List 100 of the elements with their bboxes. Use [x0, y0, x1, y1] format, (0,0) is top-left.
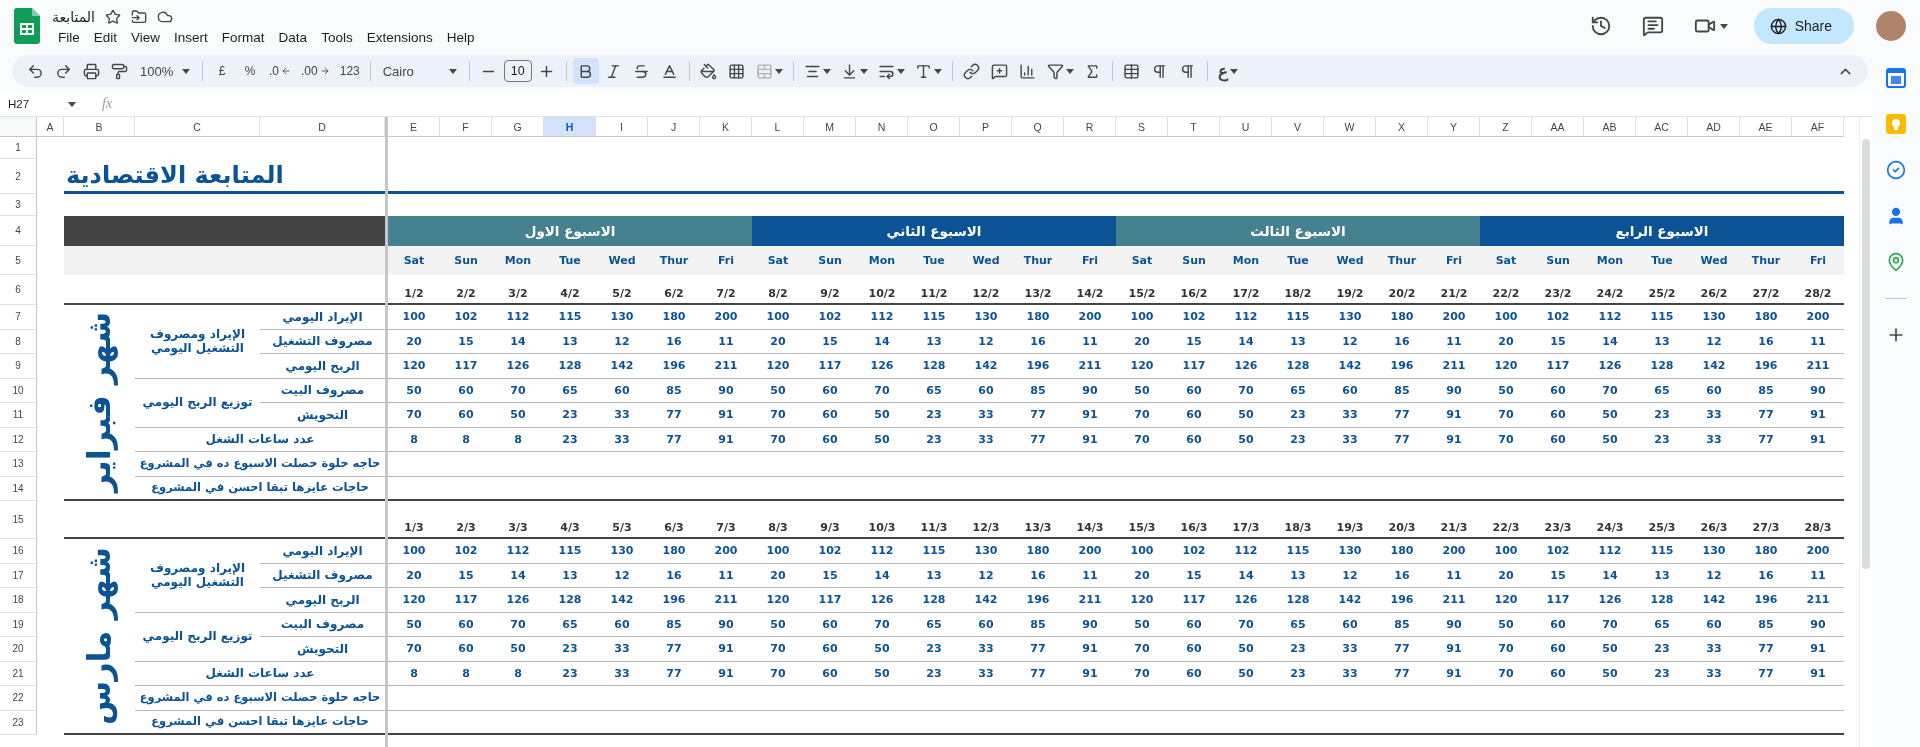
column-header[interactable]: M [804, 117, 856, 137]
input-tools-button[interactable]: ع [1213, 58, 1242, 84]
document-title[interactable]: المتابعة [52, 8, 95, 25]
row-number[interactable]: 8 [0, 329, 37, 354]
value-cell: 211 [1428, 588, 1480, 613]
column-header[interactable]: J [648, 117, 700, 137]
menu-item[interactable]: Help [440, 28, 481, 46]
row-number[interactable]: 2 [0, 159, 37, 194]
column-header[interactable]: K [700, 117, 752, 137]
column-header[interactable]: T [1168, 117, 1220, 137]
value-cell: 14 [856, 563, 908, 588]
row-number[interactable]: 17 [0, 563, 37, 588]
column-header[interactable]: D [260, 117, 385, 137]
value-cell: 142 [1688, 354, 1740, 379]
column-header[interactable]: I [596, 117, 648, 137]
row-number[interactable]: 16 [0, 539, 37, 564]
value-cell: 126 [1584, 588, 1636, 613]
row-number[interactable]: 6 [0, 275, 37, 305]
row-number[interactable]: 4 [0, 216, 37, 246]
column-header[interactable]: V [1272, 117, 1324, 137]
column-header[interactable]: H [544, 117, 596, 137]
column-header[interactable]: AC [1636, 117, 1688, 137]
column-header[interactable]: B [64, 117, 135, 137]
column-header[interactable]: E [388, 117, 440, 137]
column-header[interactable]: U [1220, 117, 1272, 137]
menu-item[interactable]: Format [215, 28, 271, 46]
person-icon[interactable] [1886, 206, 1906, 226]
map-pin-icon[interactable] [1886, 252, 1906, 272]
column-header[interactable]: P [960, 117, 1012, 137]
font-dropdown[interactable]: Cairo [376, 58, 463, 84]
value-cell: 100 [752, 539, 804, 564]
menu-item[interactable]: Insert [168, 28, 214, 46]
scrollbar-thumb[interactable] [1862, 139, 1870, 569]
font-size-field[interactable]: 10 [503, 60, 532, 82]
row-number[interactable]: 5 [0, 246, 37, 275]
menu-item[interactable]: Edit [87, 28, 124, 46]
column-header[interactable]: X [1376, 117, 1428, 137]
row-number[interactable]: 23 [0, 710, 37, 735]
row-number[interactable]: 7 [0, 305, 37, 330]
percent-button[interactable]: % [237, 58, 263, 84]
menu-item[interactable]: File [52, 28, 86, 46]
row-number[interactable]: 1 [0, 137, 37, 159]
bold-icon[interactable] [572, 58, 599, 84]
check-icon[interactable] [1886, 160, 1906, 180]
menu-item[interactable]: Tools [315, 28, 359, 46]
value-cell: 33 [960, 403, 1012, 428]
column-header[interactable]: AF [1792, 117, 1844, 137]
number-format-button[interactable]: 123 [335, 58, 364, 84]
column-header[interactable]: S [1116, 117, 1168, 137]
row-number[interactable]: 3 [0, 194, 37, 216]
row-number[interactable]: 20 [0, 637, 37, 662]
column-header[interactable]: A [37, 117, 64, 137]
folder-icon[interactable] [130, 8, 147, 25]
column-header[interactable]: Z [1480, 117, 1532, 137]
column-header[interactable]: W [1324, 117, 1376, 137]
column-header[interactable]: AB [1584, 117, 1636, 137]
sheets-logo-icon[interactable] [14, 8, 40, 44]
column-header[interactable]: AA [1532, 117, 1584, 137]
value-cell: 90 [1428, 378, 1480, 403]
star-icon[interactable] [104, 8, 121, 25]
column-header[interactable]: F [440, 117, 492, 137]
currency-button[interactable]: £ [209, 58, 235, 84]
value-cell: 142 [960, 588, 1012, 613]
avatar[interactable] [1876, 11, 1906, 41]
menu-item[interactable]: Extensions [360, 28, 439, 46]
column-header[interactable]: R [1064, 117, 1116, 137]
column-header[interactable]: C [135, 117, 260, 137]
column-header[interactable]: AE [1740, 117, 1792, 137]
menu-item[interactable]: Data [272, 28, 314, 46]
value-cell: 60 [1168, 612, 1220, 637]
row-number[interactable]: 9 [0, 354, 37, 379]
column-header[interactable]: AD [1688, 117, 1740, 137]
value-cell: 112 [492, 305, 544, 330]
calendar-icon[interactable] [1886, 68, 1906, 88]
share-button[interactable]: Share [1753, 8, 1854, 44]
column-header[interactable]: L [752, 117, 804, 137]
value-cell: 90 [1792, 612, 1844, 637]
value-cell: 90 [700, 612, 752, 637]
name-box[interactable]: H27 [8, 98, 82, 110]
column-header[interactable]: N [856, 117, 908, 137]
increase-decimal-button[interactable]: .00 [297, 58, 334, 84]
column-header[interactable]: G [492, 117, 544, 137]
column-header[interactable]: O [908, 117, 960, 137]
row-number[interactable]: 12 [0, 427, 37, 452]
menu-item[interactable]: View [125, 28, 167, 46]
row-number[interactable]: 22 [0, 686, 37, 711]
value-cell: 60 [1688, 612, 1740, 637]
row-number[interactable]: 21 [0, 661, 37, 686]
column-header[interactable]: Y [1428, 117, 1480, 137]
row-number[interactable]: 18 [0, 588, 37, 613]
value-cell: 65 [544, 378, 596, 403]
column-header[interactable]: Q [1012, 117, 1064, 137]
row-number[interactable]: 10 [0, 378, 37, 403]
decrease-decimal-button[interactable]: .0 [265, 58, 295, 84]
row-number[interactable]: 14 [0, 476, 37, 501]
zoom-dropdown[interactable]: 100% [134, 58, 196, 84]
row-number[interactable]: 11 [0, 403, 37, 428]
row-number[interactable]: 13 [0, 452, 37, 477]
row-number[interactable]: 19 [0, 612, 37, 637]
row-number[interactable]: 15 [0, 501, 37, 539]
